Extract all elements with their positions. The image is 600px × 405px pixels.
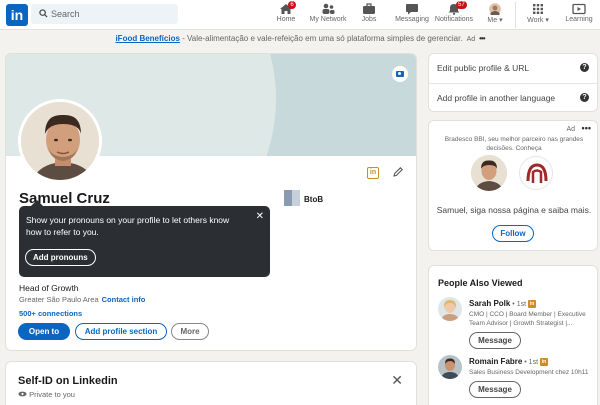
add-pronouns-button[interactable]: Add pronouns bbox=[25, 249, 96, 266]
ad-text[interactable]: - Vale-alimentação e vale-refeição em um… bbox=[180, 34, 462, 43]
eye-icon bbox=[18, 391, 27, 397]
company-logo[interactable] bbox=[284, 190, 300, 206]
bradesco-logo[interactable] bbox=[519, 156, 553, 190]
divider bbox=[429, 83, 597, 84]
add-language-profile-link[interactable]: Add profile in another language bbox=[437, 93, 555, 103]
bradesco-logo-icon bbox=[526, 163, 548, 183]
nav-label: Learning bbox=[565, 16, 593, 23]
pronouns-tooltip: Show your pronouns on your profile to le… bbox=[19, 200, 270, 277]
nav-my-network[interactable]: My Network bbox=[306, 0, 350, 30]
play-icon bbox=[572, 3, 586, 15]
nav-label: Work ▾ bbox=[527, 17, 549, 24]
linkedin-premium-icon[interactable]: in bbox=[367, 167, 379, 179]
nav-label: Jobs bbox=[361, 16, 377, 23]
nav-work[interactable]: Work ▾ bbox=[524, 0, 552, 30]
ad-banner: iFood Benefícios - Vale-alimentação e va… bbox=[0, 30, 600, 48]
nav-jobs[interactable]: Jobs bbox=[357, 0, 381, 30]
help-icon[interactable]: ? bbox=[580, 93, 589, 102]
top-navigation: in 6 Home My Network Jobs Messaging 57 N… bbox=[0, 0, 600, 30]
edit-public-profile-link[interactable]: Edit public profile & URL bbox=[437, 63, 529, 73]
profile-photo-image bbox=[21, 102, 99, 180]
network-icon bbox=[322, 3, 335, 14]
ad-label: Ad bbox=[466, 36, 476, 43]
nav-messaging[interactable]: Messaging bbox=[392, 0, 432, 30]
avatar[interactable] bbox=[438, 297, 462, 321]
person-title: Sales Business Development chez 10h11 bbox=[469, 369, 589, 376]
ad-cta-text: Samuel, siga nossa página e saiba mais. bbox=[436, 205, 592, 215]
search-icon bbox=[39, 9, 48, 18]
help-icon[interactable]: ? bbox=[580, 63, 589, 72]
nav-home[interactable]: 6 Home bbox=[272, 0, 300, 30]
notification-badge: 57 bbox=[456, 1, 467, 9]
messaging-icon bbox=[406, 4, 418, 15]
self-id-visibility: Private to you bbox=[18, 390, 75, 399]
company-name[interactable]: BtoB bbox=[304, 195, 323, 204]
nav-notifications[interactable]: 57 Notifications bbox=[434, 0, 474, 30]
nav-label: Messaging bbox=[395, 16, 429, 23]
more-options-icon[interactable]: ••• bbox=[479, 34, 485, 43]
profile-card: in Samuel Cruz BtoB Show your pronouns o… bbox=[5, 53, 417, 351]
follow-button[interactable]: Follow bbox=[492, 225, 534, 242]
self-id-card: Self-ID on Linkedin Private to you ✕ bbox=[5, 361, 417, 405]
camera-icon[interactable] bbox=[392, 66, 408, 82]
avatar-icon bbox=[489, 3, 501, 15]
nav-label: Home bbox=[276, 16, 296, 23]
profile-settings-card: Edit public profile & URL ? Add profile … bbox=[428, 53, 598, 112]
search-input[interactable] bbox=[51, 6, 171, 22]
nav-divider bbox=[515, 2, 516, 28]
open-to-button[interactable]: Open to bbox=[18, 323, 70, 340]
avatar bbox=[471, 155, 507, 191]
profile-location: Greater São Paulo Area Contact info bbox=[19, 295, 145, 304]
more-options-icon[interactable]: ••• bbox=[582, 123, 591, 133]
contact-info-link[interactable]: Contact info bbox=[102, 295, 146, 304]
nav-label: Me ▾ bbox=[487, 17, 503, 24]
avatar[interactable] bbox=[438, 355, 462, 379]
grid-icon bbox=[533, 4, 543, 14]
linkedin-logo[interactable]: in bbox=[6, 4, 28, 26]
search-box[interactable] bbox=[31, 4, 178, 24]
close-icon[interactable]: ✕ bbox=[256, 211, 264, 222]
nav-learning[interactable]: Learning bbox=[564, 0, 594, 30]
section-heading: People Also Viewed bbox=[438, 278, 523, 288]
more-button[interactable]: More bbox=[171, 323, 209, 340]
edit-icon[interactable] bbox=[392, 166, 404, 178]
ad-description[interactable]: Bradesco BBI, seu melhor parceiro nas gr… bbox=[439, 135, 589, 153]
location-text: Greater São Paulo Area bbox=[19, 295, 99, 304]
connections-link[interactable]: 500+ connections bbox=[19, 309, 82, 318]
notification-badge: 6 bbox=[288, 1, 296, 9]
self-id-subtitle: Private to you bbox=[29, 390, 75, 399]
sponsored-ad-card: Ad ••• Bradesco BBI, seu melhor parceiro… bbox=[428, 120, 598, 251]
person-title: CMO | CCO | Board Member | Executive Tea… bbox=[469, 311, 586, 327]
profile-photo[interactable] bbox=[18, 99, 102, 183]
profile-headline: Head of Growth bbox=[19, 283, 79, 293]
add-profile-section-button[interactable]: Add profile section bbox=[75, 323, 167, 340]
person-name[interactable]: Sarah Polk • 1st in bbox=[469, 299, 537, 308]
briefcase-icon bbox=[363, 3, 375, 14]
close-icon[interactable]: ✕ bbox=[391, 372, 403, 389]
nav-me[interactable]: Me ▾ bbox=[484, 0, 506, 30]
nav-label: My Network bbox=[309, 16, 347, 23]
message-button[interactable]: Message bbox=[469, 381, 521, 398]
person-name[interactable]: Romain Fabre • 1st in bbox=[469, 357, 549, 366]
ad-label: Ad bbox=[566, 126, 575, 133]
message-button[interactable]: Message bbox=[469, 332, 521, 349]
tooltip-message: Show your pronouns on your profile to le… bbox=[26, 215, 230, 237]
tooltip-arrow bbox=[31, 200, 43, 206]
people-also-viewed-card: People Also Viewed Sarah Polk • 1st in CM… bbox=[428, 265, 598, 405]
self-id-title: Self-ID on Linkedin bbox=[18, 375, 118, 387]
nav-label: Notifications bbox=[434, 16, 474, 23]
ad-link[interactable]: iFood Benefícios bbox=[115, 34, 179, 43]
